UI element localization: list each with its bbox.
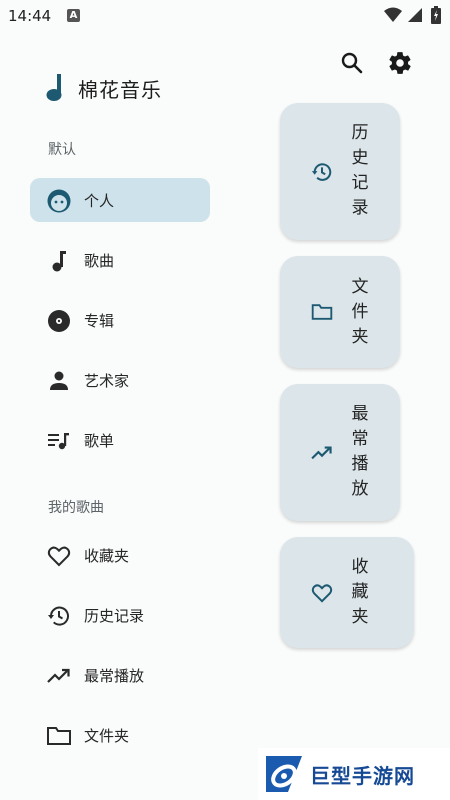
card-label: 历史记录 <box>351 123 369 218</box>
history-icon <box>46 603 72 629</box>
nav-item-songs[interactable]: 歌曲 <box>30 238 210 282</box>
nav-item-label: 专辑 <box>84 311 115 330</box>
nav-item-label: 歌曲 <box>84 251 115 270</box>
music-note-logo-icon <box>46 74 62 101</box>
card-label: 收藏夹 <box>351 557 369 627</box>
history-icon <box>310 160 334 184</box>
nav-item-label: 歌单 <box>84 431 115 450</box>
nav-item-favorites[interactable]: 收藏夹 <box>30 533 210 577</box>
wifi-icon <box>384 7 402 22</box>
heart-icon <box>310 581 334 605</box>
heart-icon <box>46 543 72 569</box>
status-time: 14:44 <box>8 7 52 25</box>
face-icon <box>46 188 72 214</box>
folder-icon <box>310 300 334 324</box>
trending-up-icon <box>310 441 334 465</box>
nav-item-label: 历史记录 <box>84 606 145 625</box>
album-disc-icon <box>46 308 72 334</box>
folder-icon <box>46 723 72 749</box>
app-title: 棉花音乐 <box>78 77 162 102</box>
nav-item-label: 艺术家 <box>84 371 130 390</box>
watermark: 巨型手游网 <box>258 748 450 800</box>
search-button[interactable] <box>337 48 367 78</box>
card-favorites[interactable]: 收藏夹 <box>280 537 414 648</box>
app-header: 棉花音乐 <box>44 70 162 106</box>
signal-icon <box>408 8 422 22</box>
nav-item-folders[interactable]: 文件夹 <box>30 713 210 757</box>
watermark-text: 巨型手游网 <box>310 763 415 788</box>
section-label-default: 默认 <box>48 142 76 158</box>
search-icon <box>341 52 363 74</box>
nav-item-albums[interactable]: 专辑 <box>30 298 210 342</box>
playlist-icon <box>46 428 72 454</box>
card-history[interactable]: 历史记录 <box>280 103 400 240</box>
nav-item-artists[interactable]: 艺术家 <box>30 358 210 402</box>
card-folders[interactable]: 文件夹 <box>280 256 400 368</box>
watermark-logo-icon <box>266 756 302 792</box>
card-label: 最常播放 <box>351 404 369 499</box>
card-most-played[interactable]: 最常播放 <box>280 384 400 521</box>
section-label-my-songs: 我的歌曲 <box>48 500 104 516</box>
nav-item-label: 收藏夹 <box>84 546 130 565</box>
nav-item-label: 文件夹 <box>84 726 130 745</box>
battery-icon <box>431 6 441 24</box>
nav-item-history[interactable]: 历史记录 <box>30 593 210 637</box>
nav-item-personal[interactable]: 个人 <box>30 178 210 222</box>
nav-item-label: 最常播放 <box>84 666 145 685</box>
music-note-icon <box>46 248 72 274</box>
nav-item-label: 个人 <box>84 191 115 210</box>
trending-up-icon <box>46 663 72 689</box>
gear-icon <box>389 52 411 74</box>
nav-item-most-played[interactable]: 最常播放 <box>30 653 210 697</box>
card-label: 文件夹 <box>351 277 369 347</box>
person-icon <box>46 368 72 394</box>
notification-icon: A <box>67 9 80 22</box>
nav-item-playlists[interactable]: 歌单 <box>30 418 210 462</box>
status-bar: 14:44 A <box>0 0 450 32</box>
settings-button[interactable] <box>385 48 415 78</box>
